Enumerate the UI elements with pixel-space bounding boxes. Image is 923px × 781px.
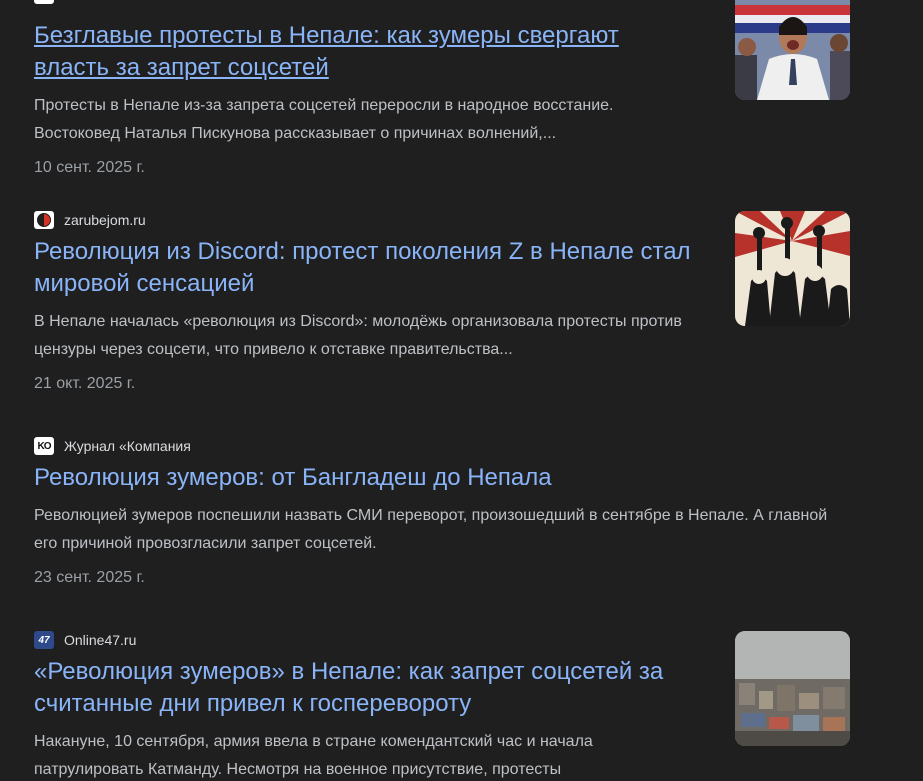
- result-source[interactable]: KO Журнал «Компания: [34, 436, 854, 456]
- source-name: Журнал «Компания: [64, 438, 191, 454]
- result-date: 21 окт. 2025 г.: [34, 375, 136, 392]
- result-source[interactable]: 47 Online47.ru: [34, 630, 854, 650]
- result-thumbnail[interactable]: [735, 631, 850, 746]
- search-results: Безглавые протесты в Непале: как зумеры …: [0, 0, 923, 781]
- source-favicon-icon: [34, 0, 54, 4]
- zarubejom-favicon-icon: [34, 211, 54, 229]
- result-title-link[interactable]: Революция зумеров: от Бангладеш до Непал…: [34, 462, 694, 494]
- result-title-link[interactable]: «Революция зумеров» в Непале: как запрет…: [34, 656, 694, 720]
- result-date: 10 сент. 2025 г.: [34, 159, 145, 176]
- news-result: KO Журнал «Компания Революция зумеров: о…: [34, 436, 854, 588]
- result-snippet: В Непале началась «революция из Discord»…: [34, 313, 682, 358]
- result-thumbnail[interactable]: [735, 211, 850, 326]
- result-source[interactable]: zarubejom.ru: [34, 210, 854, 230]
- result-snippet: Революцией зумеров поспешили назвать СМИ…: [34, 507, 828, 552]
- kompania-favicon-icon: KO: [34, 437, 54, 455]
- result-date: 23 сент. 2025 г.: [34, 569, 145, 586]
- result-title-link[interactable]: Революция из Discord: протест поколения …: [34, 236, 694, 300]
- protest-photo-image: [735, 0, 850, 100]
- result-snippet: Протесты в Непале из-за запрета соцсетей…: [34, 97, 614, 142]
- result-thumbnail[interactable]: [735, 0, 850, 100]
- online47-favicon-icon: 47: [34, 631, 54, 649]
- result-title-link[interactable]: Безглавые протесты в Непале: как зумеры …: [34, 20, 694, 84]
- protest-poster-image: [735, 211, 850, 326]
- news-result: zarubejom.ru Революция из Discord: проте…: [34, 210, 854, 394]
- news-result: 47 Online47.ru «Революция зумеров» в Неп…: [34, 630, 854, 781]
- result-snippet: Накануне, 10 сентября, армия ввела в стр…: [34, 733, 593, 778]
- source-name: zarubejom.ru: [64, 212, 146, 228]
- city-photo-image: [735, 631, 850, 746]
- source-name: Online47.ru: [64, 632, 137, 648]
- news-result: Безглавые протесты в Непале: как зумеры …: [34, 14, 854, 178]
